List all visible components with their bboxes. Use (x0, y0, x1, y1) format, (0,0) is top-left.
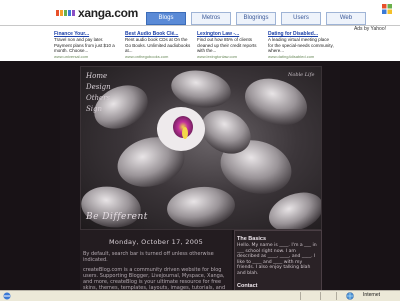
tab-web[interactable]: Web (326, 12, 366, 25)
logo-mark-3 (64, 10, 67, 16)
ad-text: Find out how 85% of clients cleaned up t… (197, 37, 257, 53)
page-background-right (340, 61, 400, 290)
search-tabs: Blogs Metros Blogrings Users Web (146, 12, 371, 25)
ad-url[interactable]: www.universal.com (54, 54, 120, 59)
brand-name: xanga.com (78, 6, 138, 20)
nav-home[interactable]: Home (86, 72, 111, 80)
ad-item[interactable]: Lexington Law -... Find out how 85% of c… (197, 31, 263, 59)
internet-zone-globe-icon (346, 292, 354, 300)
post-date: Monday, October 17, 2005 (108, 238, 204, 246)
ad-item[interactable]: Finance Your... Travel non and pay later… (54, 31, 120, 59)
ad-item[interactable]: Dating for Disabled... A leading virtual… (268, 31, 334, 59)
xanga-topbar: xanga.com Blogs Metros Blogrings Users W… (0, 0, 400, 26)
ad-bar: Ads by Yahoo! Finance Your... Travel non… (0, 26, 400, 61)
ad-url[interactable]: www.lexingtonlaw.com (197, 54, 263, 59)
page-done-icon (3, 292, 11, 300)
ad-text: A leading virtual meeting place for the … (268, 37, 334, 53)
nav-design[interactable]: Design (86, 83, 111, 91)
header-banner (80, 66, 322, 230)
tab-metros[interactable]: Metros (191, 12, 231, 25)
logo-mark-4 (68, 10, 71, 16)
post-paragraph: By default, search bar is turned off unl… (83, 251, 214, 263)
contact-heading: Contact (237, 283, 258, 289)
status-divider (336, 292, 337, 300)
banner-text: Be Different (86, 212, 148, 222)
browser-status-bar: Internet (0, 290, 400, 301)
tab-blogs[interactable]: Blogs (146, 12, 186, 25)
ad-text: Travel non and pay later. Payment plans … (54, 37, 115, 53)
main-content: Monday, October 17, 2005 By default, sea… (80, 230, 232, 290)
ads-by-yahoo[interactable]: Ads by Yahoo! (354, 26, 386, 32)
calla-lilies-image (81, 70, 321, 229)
blog-nav: Home Design Others Sign (86, 72, 111, 116)
page-background-left (0, 61, 60, 290)
logo-mark-2 (60, 10, 63, 16)
ad-text: Rent audio book CDs at On the Go Books. … (125, 37, 191, 53)
ad-url[interactable]: www.onthegobooks.com (125, 54, 191, 59)
ad-url[interactable]: www.dating4disabled.com (268, 54, 334, 59)
logo-mark-5 (72, 10, 75, 16)
sidebar-text: Hello. My name is ____. I'm a ___ in ___… (237, 243, 317, 276)
sidebar: The Basics Hello. My name is ____. I'm a… (234, 230, 322, 292)
status-divider (300, 292, 301, 300)
xanga-logo[interactable]: xanga.com (56, 6, 138, 20)
ad-item[interactable]: Best Audio Book Clé... Rent audio book C… (125, 31, 191, 59)
nav-sign[interactable]: Sign (86, 105, 111, 113)
status-divider (320, 292, 321, 300)
logo-mark-1 (56, 10, 59, 16)
post-paragraph: createBlog.com is a community driven web… (83, 267, 226, 290)
windows-flag-icon (382, 4, 392, 14)
nav-others[interactable]: Others (86, 94, 111, 102)
sidebar-heading: The Basics (237, 236, 267, 242)
security-zone-label: Internet (363, 292, 380, 298)
tab-blogrings[interactable]: Blogrings (236, 12, 276, 25)
site-id-label: Noble Life (288, 72, 315, 78)
tab-users[interactable]: Users (281, 12, 321, 25)
post-body: By default, search bar is turned off unl… (80, 246, 232, 290)
